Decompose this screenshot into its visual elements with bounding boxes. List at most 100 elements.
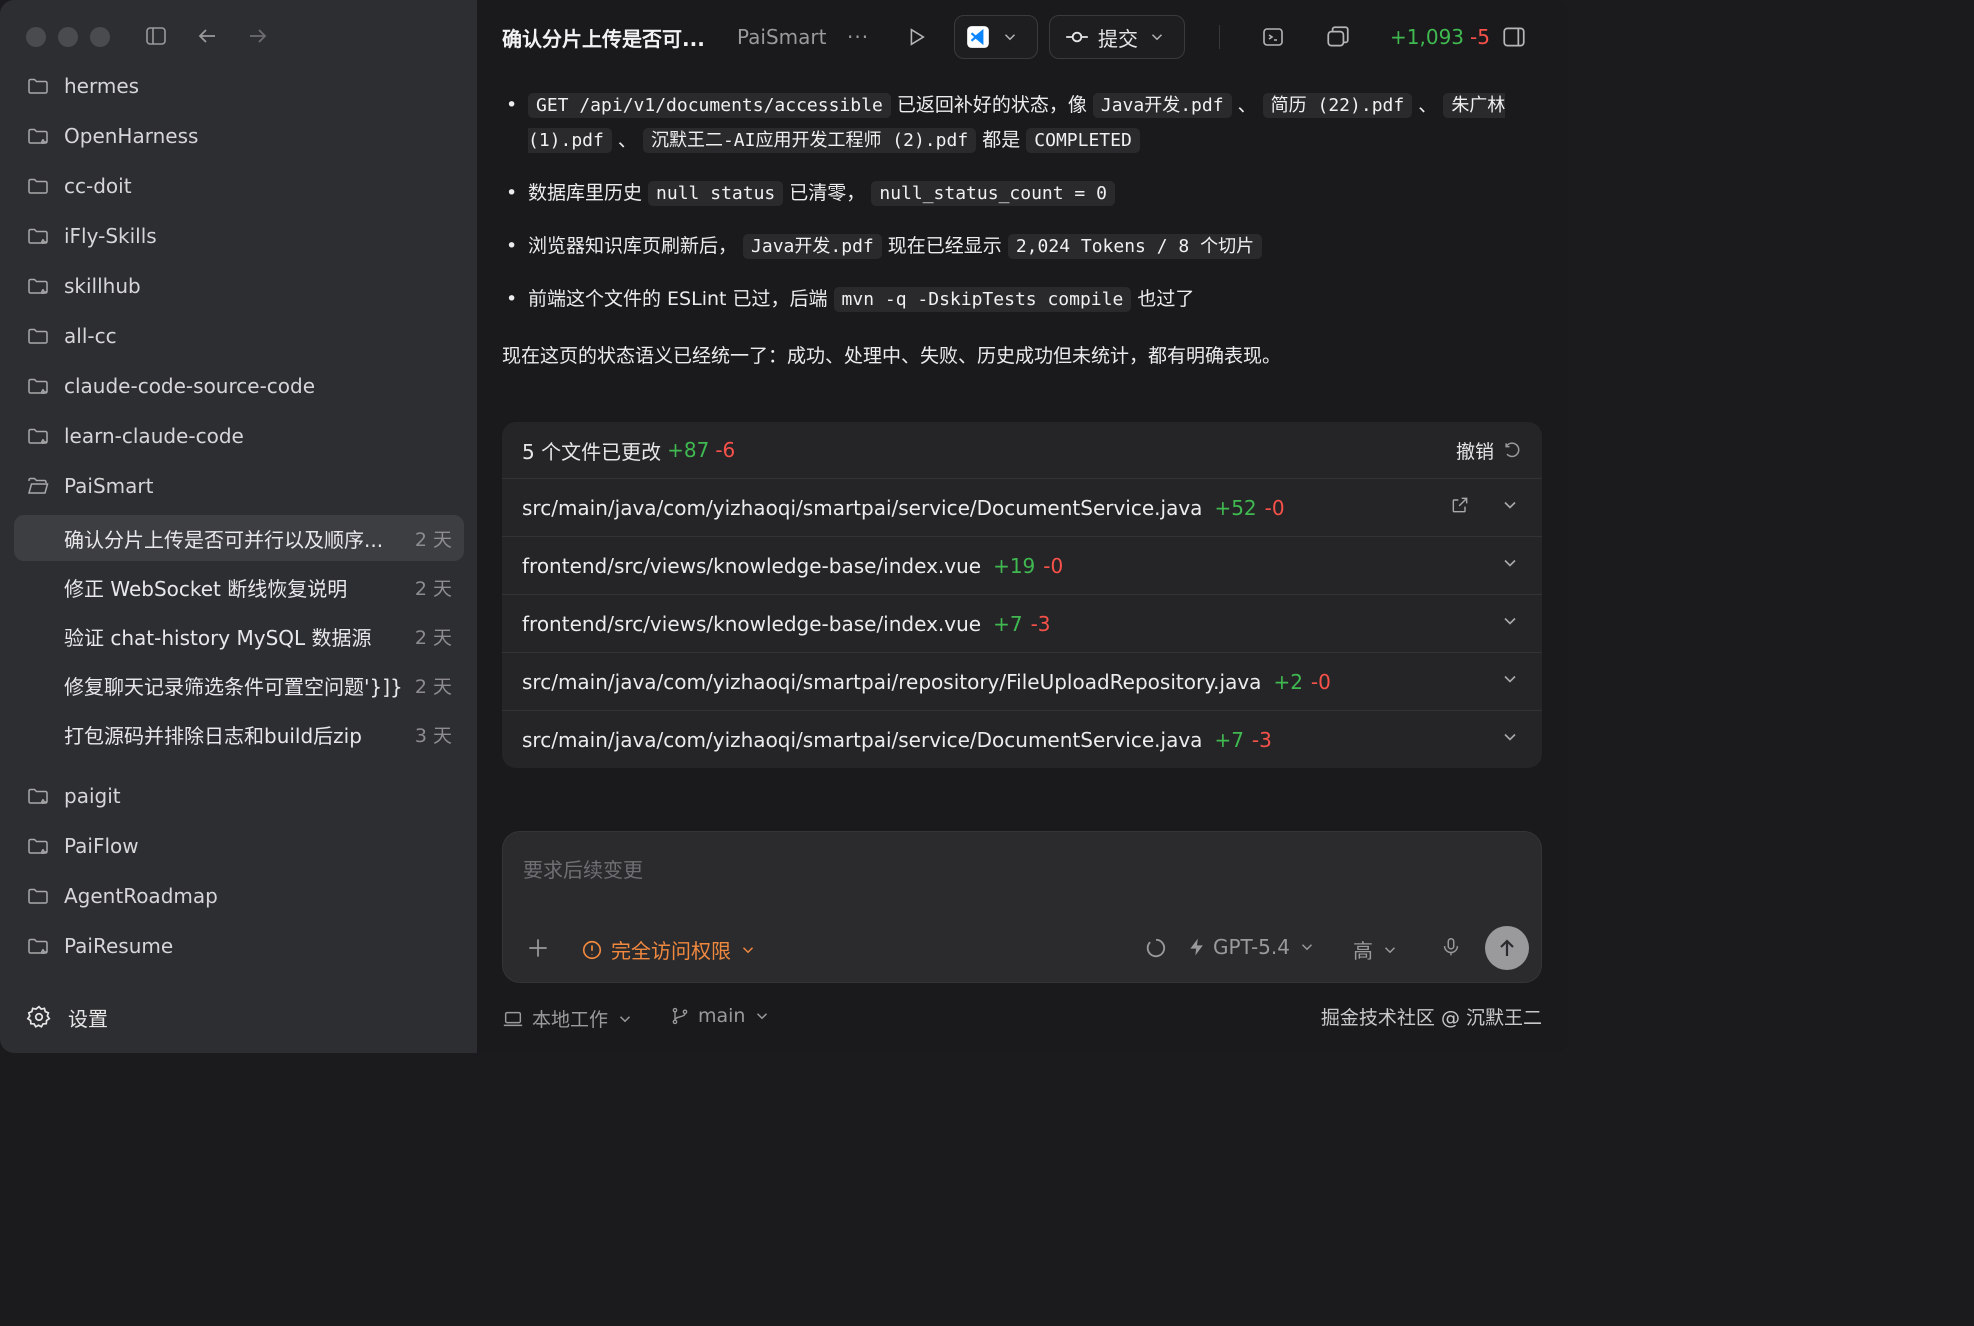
thread-item[interactable]: 修复聊天记录筛选条件可置空问题'}]} 2 天 [14, 663, 464, 709]
folder-git-icon [26, 274, 50, 298]
minimize-window-button[interactable] [58, 27, 78, 47]
changed-files-count: 5 个文件已更改 [522, 439, 662, 464]
chevron-down-icon [1298, 938, 1316, 956]
send-button[interactable] [1485, 926, 1529, 970]
undo-label: 撤销 [1455, 440, 1494, 463]
undo-icon [1502, 440, 1522, 460]
project-name[interactable]: PaiSmart [737, 0, 826, 74]
thread-title: 验证 chat-history MySQL 数据源 [64, 625, 372, 650]
toggle-sidebar-icon[interactable] [144, 24, 168, 52]
loading-spinner-icon [1145, 937, 1167, 959]
access-mode-selector[interactable]: 完全访问权限 [581, 935, 757, 964]
thread-item[interactable]: 确认分片上传是否可并行以及顺序... 2 天 [14, 515, 464, 561]
copy-window-icon[interactable] [1325, 0, 1351, 74]
open-external-icon[interactable] [1450, 495, 1470, 520]
chevron-down-icon[interactable] [1500, 727, 1520, 752]
bullet-text: 、 [1412, 94, 1444, 116]
project-label: PaiResume [64, 934, 174, 958]
laptop-icon [502, 1008, 524, 1030]
project-item[interactable]: hermes [26, 66, 139, 106]
inline-code: 2,024 Tokens / 8 个切片 [1007, 234, 1263, 259]
top-bar: 确认分片上传是否可... PaiSmart ··· 提交 +1,093 -5 [477, 0, 1568, 74]
folder-git-icon [26, 834, 50, 858]
message-bullet-list: GET /api/v1/documents/accessible 已返回补好的状… [502, 88, 1542, 317]
settings-button[interactable]: 设置 [26, 999, 108, 1035]
work-mode-selector[interactable]: 本地工作 [502, 1005, 634, 1032]
settings-label: 设置 [68, 1006, 108, 1031]
bullet-text: 数据库里历史 [528, 182, 649, 204]
project-item[interactable]: claude-code-source-code [26, 366, 315, 406]
inline-code: COMPLETED [1026, 128, 1140, 153]
bullet-text: 浏览器知识库页刷新后， [528, 235, 744, 257]
changed-file-row[interactable]: src/main/java/com/yizhaoqi/smartpai/repo… [502, 652, 1542, 710]
thread-item[interactable]: 打包源码并排除日志和build后zip 3 天 [14, 712, 464, 758]
thread-title[interactable]: 确认分片上传是否可... [502, 0, 705, 74]
thread-age: 2 天 [414, 626, 452, 649]
more-options-button[interactable]: ··· [847, 0, 869, 74]
chevron-down-icon[interactable] [1500, 611, 1520, 636]
forward-arrow-icon[interactable] [246, 24, 270, 52]
total-diff-stats[interactable]: +1,093 -5 [1390, 0, 1490, 74]
add-attachment-icon[interactable] [525, 935, 551, 961]
thread-title: 修正 WebSocket 断线恢复说明 [64, 576, 348, 601]
bullet-text: 已清零， [783, 182, 872, 204]
zoom-window-button[interactable] [90, 27, 110, 47]
changed-file-row[interactable]: src/main/java/com/yizhaoqi/smartpai/serv… [502, 478, 1542, 536]
undo-button[interactable]: 撤销 [1456, 437, 1522, 464]
terminal-icon[interactable] [1261, 0, 1285, 74]
status-footer: 本地工作 main 掘金技术社区 @ 沉默王二 [502, 997, 1542, 1037]
bullet-text: 已返回补好的状态，像 [890, 94, 1093, 116]
chevron-down-icon[interactable] [1500, 495, 1520, 520]
vscode-icon [965, 24, 991, 50]
project-item[interactable]: PaiSmart [26, 466, 153, 506]
run-play-icon[interactable] [905, 0, 927, 74]
folder-git-icon [26, 424, 50, 448]
project-item[interactable]: learn-claude-code [26, 416, 244, 456]
project-item[interactable]: cc-doit [26, 166, 132, 206]
project-item[interactable]: iFly-Skills [26, 216, 157, 256]
toggle-right-panel-icon[interactable] [1501, 0, 1527, 74]
open-in-editor-button[interactable] [954, 15, 1038, 59]
inline-code: 简历 (22).pdf [1262, 93, 1413, 118]
changed-file-row[interactable]: frontend/src/views/knowledge-base/index.… [502, 536, 1542, 594]
branch-selector[interactable]: main [670, 1005, 771, 1027]
thread-item[interactable]: 修正 WebSocket 断线恢复说明 2 天 [14, 564, 464, 610]
project-item[interactable]: paigit [26, 776, 121, 816]
project-item[interactable]: all-cc [26, 316, 117, 356]
chevron-down-icon[interactable] [1500, 553, 1520, 578]
assistant-message: GET /api/v1/documents/accessible 已返回补好的状… [502, 88, 1542, 373]
file-additions: +7 [993, 611, 1023, 636]
thread-item[interactable]: 验证 chat-history MySQL 数据源 2 天 [14, 613, 464, 659]
arrow-up-icon [1495, 936, 1519, 960]
project-item[interactable]: AgentRoadmap [26, 876, 218, 916]
microphone-icon[interactable] [1440, 935, 1462, 959]
file-deletions: -3 [1030, 611, 1051, 636]
thread-age: 2 天 [414, 528, 452, 551]
inline-code: null status [648, 181, 784, 206]
file-additions: +19 [993, 553, 1036, 578]
changes-additions: +87 [667, 438, 710, 462]
composer-input[interactable]: 要求后续变更 [523, 854, 643, 883]
branch-label: main [698, 1005, 746, 1027]
project-label: cc-doit [64, 174, 132, 198]
project-item[interactable]: skillhub [26, 266, 141, 306]
back-arrow-icon[interactable] [195, 24, 219, 52]
project-item[interactable]: OpenHarness [26, 116, 198, 156]
project-item[interactable]: PaiResume [26, 926, 173, 966]
changed-file-row[interactable]: frontend/src/views/knowledge-base/index.… [502, 594, 1542, 652]
project-label: all-cc [64, 324, 117, 348]
chevron-down-icon [753, 1007, 771, 1025]
model-selector[interactable]: GPT-5.4 [1187, 935, 1316, 959]
thread-age: 2 天 [414, 577, 452, 600]
reasoning-effort-selector[interactable]: 高 [1353, 935, 1399, 964]
changed-file-row[interactable]: src/main/java/com/yizhaoqi/smartpai/serv… [502, 710, 1542, 768]
bullet-text: 都是 [976, 129, 1027, 151]
project-item[interactable]: PaiFlow [26, 826, 139, 866]
chevron-down-icon[interactable] [1500, 669, 1520, 694]
bullet-text: 、 [611, 129, 643, 151]
model-label: GPT-5.4 [1213, 935, 1290, 959]
message-bullet: GET /api/v1/documents/accessible 已返回补好的状… [502, 88, 1542, 158]
close-window-button[interactable] [26, 27, 46, 47]
commit-button[interactable]: 提交 [1049, 15, 1185, 59]
sidebar: hermes OpenHarness cc-doit iFly-Skills skill… [0, 0, 477, 1053]
